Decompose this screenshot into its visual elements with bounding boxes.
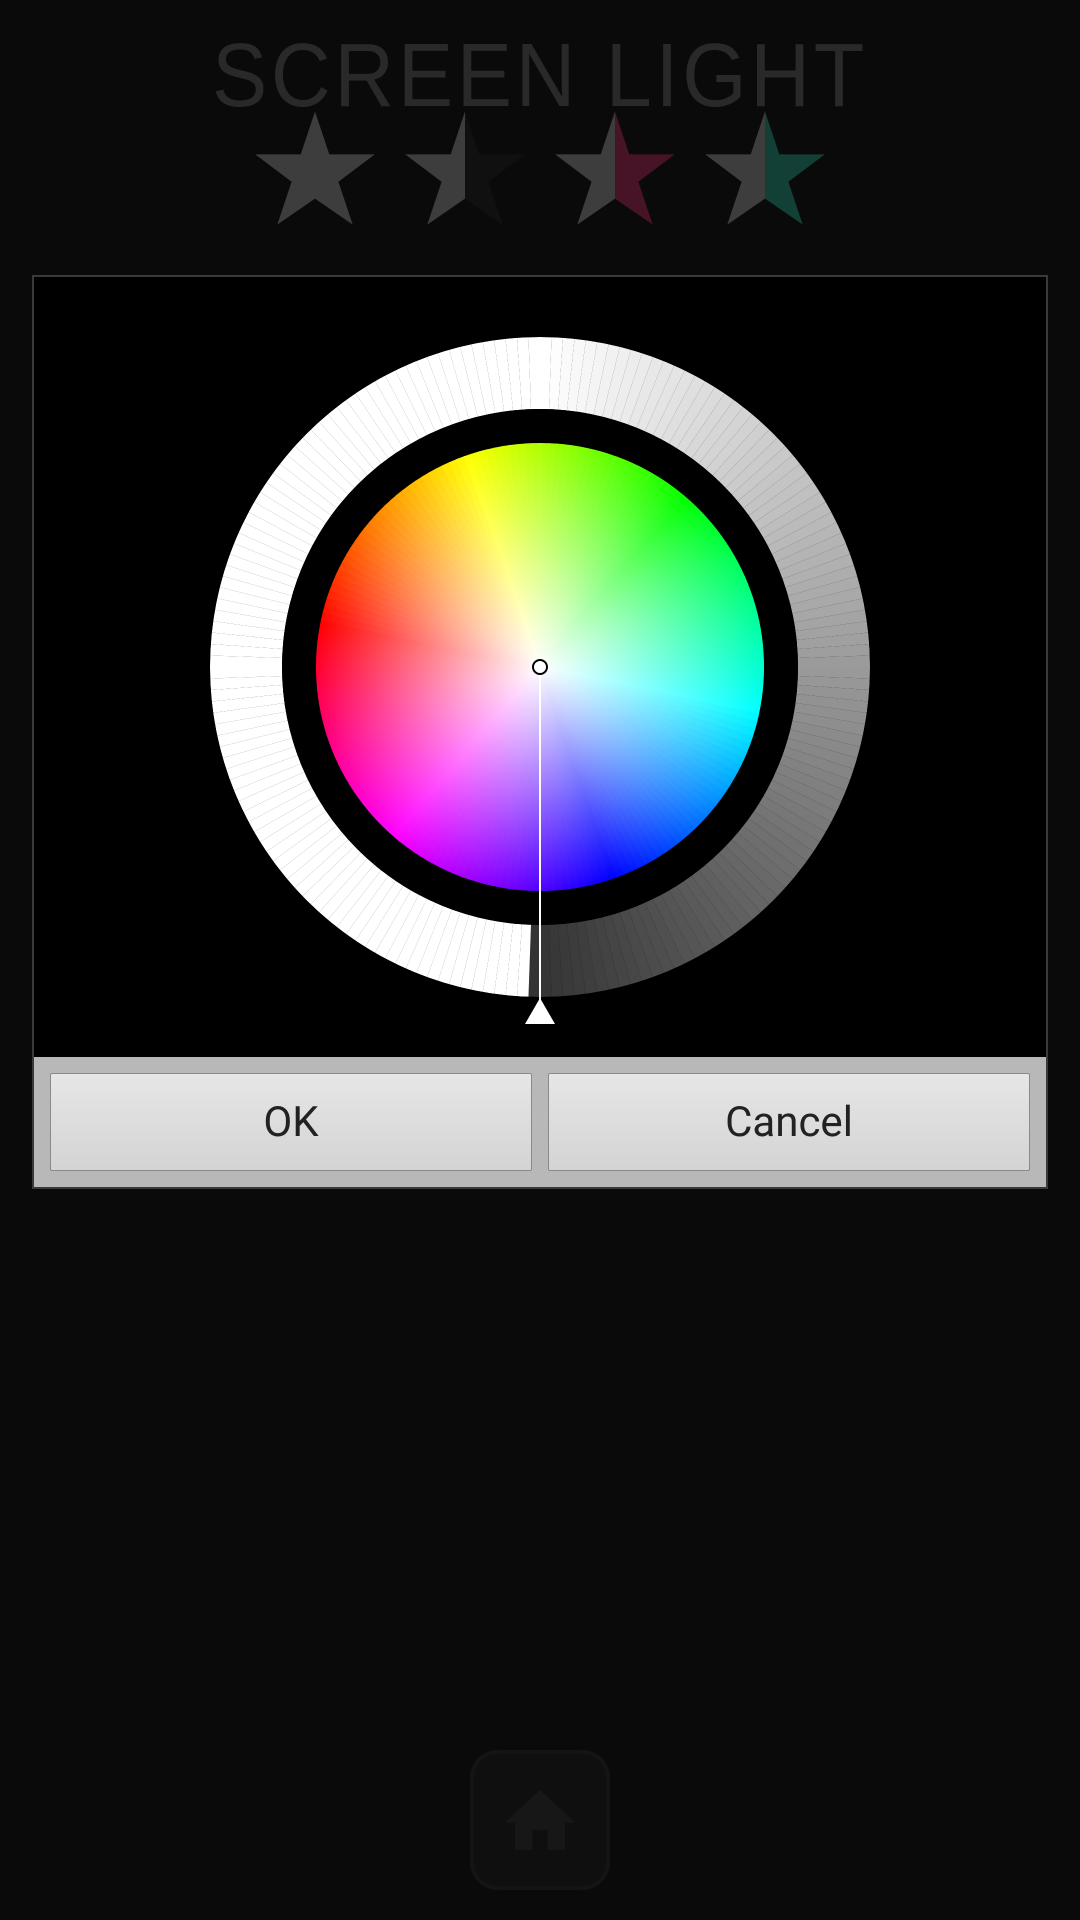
color-picker-dialog: OK Cancel [32,275,1048,1189]
color-picker-area [34,277,1046,1057]
ok-button[interactable]: OK [50,1073,532,1171]
value-ring-pointer[interactable] [539,667,541,1022]
hue-sat-marker[interactable] [532,659,548,675]
cancel-button[interactable]: Cancel [548,1073,1030,1171]
dialog-button-bar: OK Cancel [34,1057,1046,1187]
